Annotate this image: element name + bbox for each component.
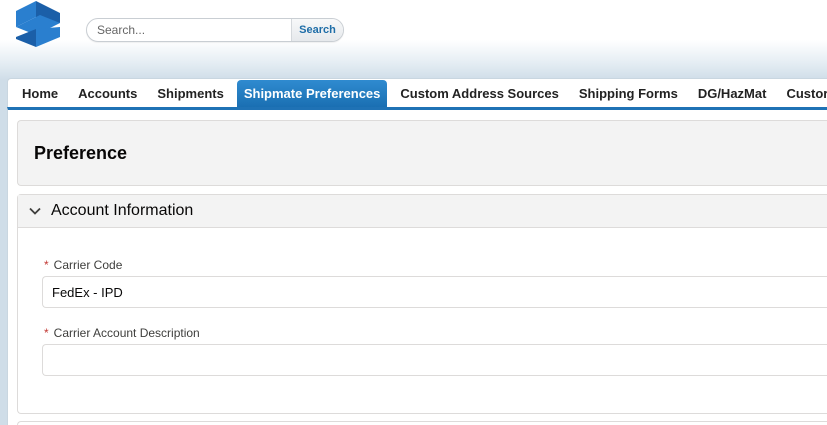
section-header[interactable]: Account Information xyxy=(18,195,827,228)
search-input[interactable] xyxy=(87,19,291,41)
main-content: Preference Account Information * Carrier … xyxy=(7,107,827,425)
tab-custom-truncated[interactable]: Custor xyxy=(776,79,827,107)
tab-accounts[interactable]: Accounts xyxy=(68,79,147,107)
search-bar: Search xyxy=(86,18,344,42)
tab-shipmate-preferences[interactable]: Shipmate Preferences xyxy=(236,80,388,107)
page-header-card: Preference xyxy=(17,120,827,186)
brand-logo-icon[interactable] xyxy=(14,1,62,49)
carrier-account-description-field[interactable] xyxy=(42,344,827,376)
carrier-account-description-label-text: Carrier Account Description xyxy=(53,326,200,340)
carrier-code-field[interactable]: FedEx - IPD xyxy=(42,276,827,308)
tab-dg-hazmat[interactable]: DG/HazMat xyxy=(688,79,777,107)
account-information-section: Account Information * Carrier Code FedEx … xyxy=(17,194,827,414)
required-marker: * xyxy=(44,258,49,272)
required-marker: * xyxy=(44,326,49,340)
tab-shipping-forms[interactable]: Shipping Forms xyxy=(569,79,688,107)
carrier-code-value: FedEx - IPD xyxy=(52,284,123,300)
page-title: Preference xyxy=(34,142,128,163)
tab-custom-address-sources[interactable]: Custom Address Sources xyxy=(390,79,568,107)
carrier-code-label: * Carrier Code xyxy=(44,258,122,272)
search-button[interactable]: Search xyxy=(291,19,343,41)
section-title: Account Information xyxy=(51,202,194,219)
carrier-code-label-text: Carrier Code xyxy=(53,258,123,272)
tab-bar: Home Accounts Shipments Shipmate Prefere… xyxy=(7,78,827,107)
tab-home[interactable]: Home xyxy=(8,79,68,107)
carrier-account-description-label: * Carrier Account Description xyxy=(44,326,200,340)
chevron-down-icon xyxy=(29,207,41,215)
next-section-card xyxy=(17,421,827,425)
tab-shipments[interactable]: Shipments xyxy=(147,79,233,107)
